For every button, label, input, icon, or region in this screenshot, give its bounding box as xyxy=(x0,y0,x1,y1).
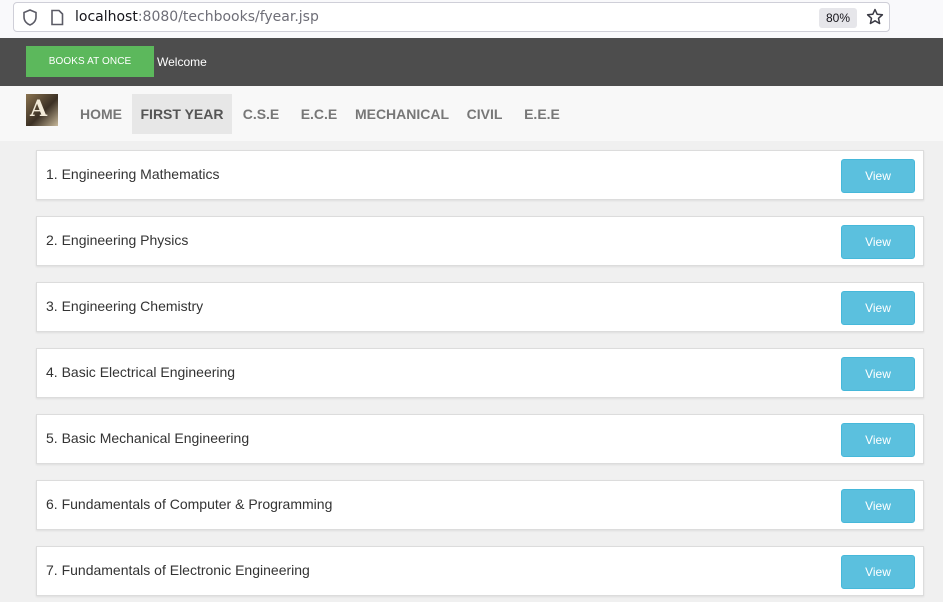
nav-home[interactable]: HOME xyxy=(70,94,132,134)
nav-cse[interactable]: C.S.E xyxy=(232,94,290,134)
view-button[interactable]: View xyxy=(841,423,915,457)
book-card: 3. Engineering Chemistry View xyxy=(36,282,924,332)
book-title: 4. Basic Electrical Engineering xyxy=(46,364,236,380)
view-button[interactable]: View xyxy=(841,489,915,523)
nav-first-year[interactable]: FIRST YEAR xyxy=(132,94,232,134)
book-title: 2. Engineering Physics xyxy=(46,232,189,248)
book-title: 7. Fundamentals of Electronic Engineerin… xyxy=(46,562,310,578)
nav-ece[interactable]: E.C.E xyxy=(290,94,348,134)
nav-eee[interactable]: E.E.E xyxy=(513,94,571,134)
page-icon[interactable] xyxy=(50,9,64,26)
book-title: 6. Fundamentals of Computer & Programmin… xyxy=(46,496,333,512)
shield-icon[interactable] xyxy=(22,9,38,26)
book-card: 7. Fundamentals of Electronic Engineerin… xyxy=(36,546,924,596)
bookmark-star-icon[interactable] xyxy=(866,8,884,26)
main-navbar: A HOME FIRST YEAR C.S.E E.C.E MECHANICAL… xyxy=(0,86,943,141)
browser-toolbar: localhost:8080/techbooks/fyear.jsp 80% xyxy=(0,0,943,38)
book-title: 5. Basic Mechanical Engineering xyxy=(46,430,250,446)
site-header: BOOKS AT ONCE Welcome xyxy=(0,38,943,86)
book-card: 5. Basic Mechanical Engineering View xyxy=(36,414,924,464)
book-card: 2. Engineering Physics View xyxy=(36,216,924,266)
view-button[interactable]: View xyxy=(841,159,915,193)
book-card: 4. Basic Electrical Engineering View xyxy=(36,348,924,398)
view-button[interactable]: View xyxy=(841,291,915,325)
view-button[interactable]: View xyxy=(841,555,915,589)
brand-button[interactable]: BOOKS AT ONCE xyxy=(26,46,154,77)
nav-mechanical[interactable]: MECHANICAL xyxy=(348,94,456,134)
book-title: 3. Engineering Chemistry xyxy=(46,298,204,314)
welcome-text: Welcome xyxy=(157,55,207,69)
view-button[interactable]: View xyxy=(841,225,915,259)
book-title: 1. Engineering Mathematics xyxy=(46,166,220,182)
site-logo[interactable]: A xyxy=(26,94,58,126)
address-bar[interactable]: localhost:8080/techbooks/fyear.jsp 80% xyxy=(13,2,890,32)
nav-civil[interactable]: CIVIL xyxy=(456,94,513,134)
view-button[interactable]: View xyxy=(841,357,915,391)
zoom-level-badge[interactable]: 80% xyxy=(819,8,858,28)
book-card: 1. Engineering Mathematics View xyxy=(36,150,924,200)
url-text[interactable]: localhost:8080/techbooks/fyear.jsp xyxy=(75,9,319,25)
book-card: 6. Fundamentals of Computer & Programmin… xyxy=(36,480,924,530)
url-path: :8080/techbooks/fyear.jsp xyxy=(137,9,319,25)
url-host: localhost xyxy=(75,9,138,25)
